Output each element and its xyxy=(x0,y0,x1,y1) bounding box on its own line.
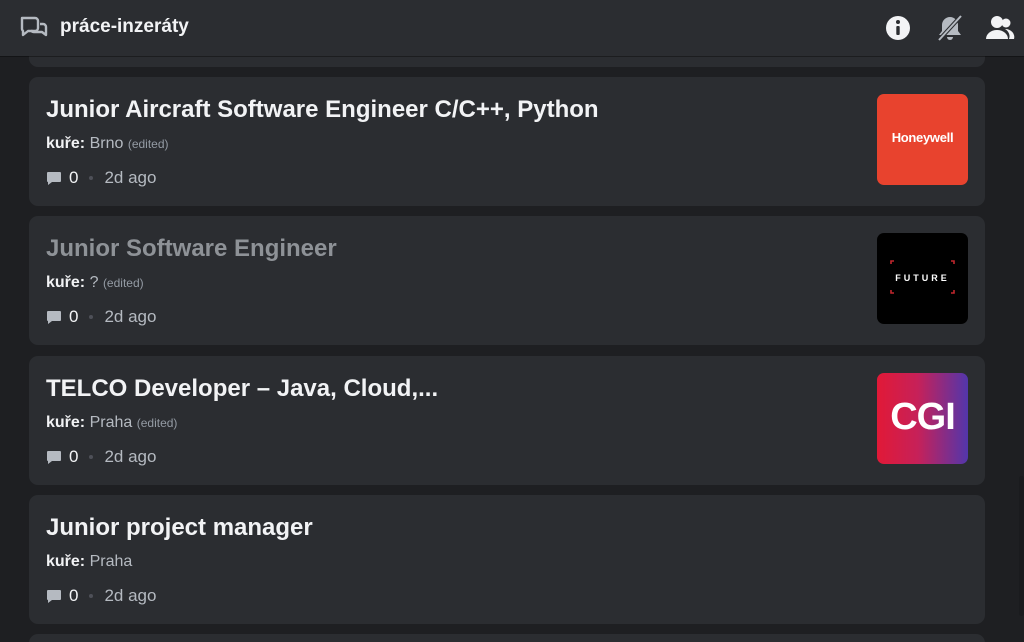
forum-post-card[interactable]: Junior Software Engineer kuře: ? (edited… xyxy=(29,216,985,345)
comment-count: 0 xyxy=(69,307,79,326)
post-meta: kuře: Praha xyxy=(46,551,132,573)
post-meta: kuře: Brno (edited) xyxy=(46,133,169,155)
message-icon xyxy=(47,590,61,603)
channel-title: práce-inzeráty xyxy=(60,16,189,37)
forum-post-card[interactable]: TELCO Developer – Java, Cloud,... kuře: … xyxy=(29,356,985,485)
message-icon xyxy=(47,172,61,185)
future-logo: FUTURE xyxy=(895,273,950,283)
post-stats: 0 2d ago xyxy=(46,306,156,328)
post-title[interactable]: Junior project manager xyxy=(46,512,313,544)
post-author[interactable]: kuře: xyxy=(46,135,85,152)
scrollbar[interactable] xyxy=(1019,476,1024,616)
post-author[interactable]: kuře: xyxy=(46,274,85,291)
post-meta: kuře: Praha (edited) xyxy=(46,412,177,434)
post-meta: kuře: ? (edited) xyxy=(46,272,144,294)
post-time: 2d ago xyxy=(104,586,157,605)
post-time: 2d ago xyxy=(104,168,157,187)
post-title[interactable]: Junior Aircraft Software Engineer C/C++,… xyxy=(46,94,599,126)
forum-post-card[interactable]: Junior project manager kuře: Praha 0 2d … xyxy=(29,495,985,624)
separator-dot xyxy=(89,455,94,459)
honeywell-logo: Honeywell xyxy=(891,130,954,145)
post-location: Praha xyxy=(89,553,133,570)
member-list-icon[interactable] xyxy=(984,12,1016,44)
separator-dot xyxy=(89,594,94,598)
post-thumbnail[interactable]: CGI xyxy=(877,373,968,464)
edited-label: (edited) xyxy=(136,416,178,430)
forum-post-card[interactable]: Junior Aircraft Software Engineer C/C++,… xyxy=(29,77,985,206)
post-location: ? xyxy=(89,274,99,291)
post-author[interactable]: kuře: xyxy=(46,553,85,570)
post-stats: 0 2d ago xyxy=(46,167,156,189)
forum-post-card-partial[interactable] xyxy=(29,56,985,67)
comment-count: 0 xyxy=(69,447,79,466)
post-title[interactable]: TELCO Developer – Java, Cloud,... xyxy=(46,373,438,405)
post-thumbnail[interactable]: Honeywell xyxy=(877,94,968,185)
comment-count: 0 xyxy=(69,586,79,605)
forum-post-card-partial[interactable] xyxy=(29,634,985,642)
message-icon xyxy=(47,451,61,464)
cgi-logo: CGI xyxy=(890,396,956,438)
separator-dot xyxy=(89,176,94,180)
info-icon[interactable] xyxy=(882,12,914,44)
post-time: 2d ago xyxy=(104,307,157,326)
message-icon xyxy=(47,311,61,324)
channel-header: práce-inzeráty xyxy=(0,0,1024,56)
post-author[interactable]: kuře: xyxy=(46,414,85,431)
bell-muted-icon[interactable] xyxy=(934,12,966,44)
post-title[interactable]: Junior Software Engineer xyxy=(46,233,337,265)
post-location: Praha xyxy=(89,414,133,431)
edited-label: (edited) xyxy=(102,276,144,290)
separator-dot xyxy=(89,315,94,319)
edited-label: (edited) xyxy=(127,137,169,151)
post-time: 2d ago xyxy=(104,447,157,466)
post-stats: 0 2d ago xyxy=(46,446,156,468)
post-stats: 0 2d ago xyxy=(46,585,156,607)
forum-icon xyxy=(20,16,48,37)
post-thumbnail[interactable]: FUTURE xyxy=(877,233,968,324)
post-location: Brno xyxy=(89,135,124,152)
forum-post-list: Junior Aircraft Software Engineer C/C++,… xyxy=(0,56,1024,642)
comment-count: 0 xyxy=(69,168,79,187)
